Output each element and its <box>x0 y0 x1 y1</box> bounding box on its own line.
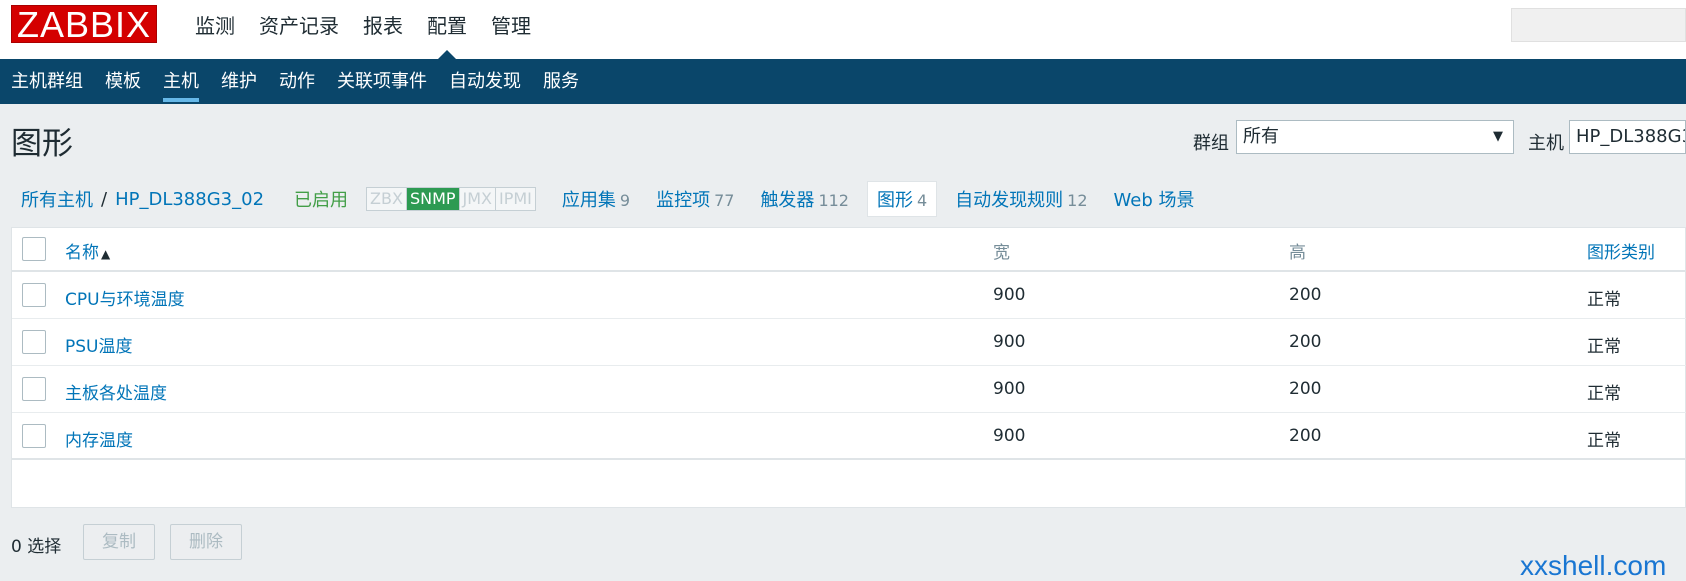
tab-web-scenarios-label: Web 场景 <box>1113 190 1195 211</box>
host-status-enabled[interactable]: 已启用 <box>294 186 348 212</box>
graph-height: 200 <box>1289 285 1322 305</box>
tab-graphs-count: 4 <box>916 191 928 210</box>
delete-button[interactable]: 删除 <box>170 524 242 560</box>
select-all-checkbox[interactable] <box>22 237 46 261</box>
graph-name-link[interactable]: 主板各处温度 <box>65 379 167 404</box>
graph-name-link[interactable]: 内存温度 <box>65 426 133 451</box>
watermark: xxshell.com <box>1520 550 1667 581</box>
row-checkbox[interactable] <box>22 330 46 354</box>
table-row: PSU温度 900 200 正常 <box>12 319 1686 366</box>
graph-width: 900 <box>993 285 1026 305</box>
tab-web-scenarios[interactable]: Web 场景 <box>1114 186 1199 212</box>
graphs-table: 名称 ▲ 宽 高 图形类别 CPU与环境温度 900 200 正常 PSU温度 9… <box>11 227 1686 508</box>
breadcrumb-host[interactable]: HP_DL388G3_02 <box>115 189 264 210</box>
top-bar: ZABBIX 监测 资产记录 报表 配置 管理 <box>0 0 1686 59</box>
graph-width: 900 <box>993 426 1026 446</box>
graph-height: 200 <box>1289 379 1322 399</box>
top-nav-reports[interactable]: 报表 <box>351 0 415 59</box>
row-checkbox[interactable] <box>22 283 46 307</box>
sub-nav: 主机群组 模板 主机 维护 动作 关联项事件 自动发现 服务 <box>0 59 1686 104</box>
graph-type: 正常 <box>1587 384 1621 404</box>
graph-width: 900 <box>993 332 1026 352</box>
host-breadcrumb: 所有主机 / HP_DL388G3_02 已启用 ZBX SNMP JMX IP… <box>11 181 1199 217</box>
sub-nav-actions[interactable]: 动作 <box>268 59 326 104</box>
zabbix-logo[interactable]: ZABBIX <box>11 5 158 44</box>
host-select-value: HP_DL388G3 <box>1576 126 1686 147</box>
host-select[interactable]: HP_DL388G3 <box>1569 120 1686 154</box>
tab-applications-label: 应用集 <box>561 190 616 211</box>
sort-asc-icon: ▲ <box>101 247 111 261</box>
graph-name-link[interactable]: CPU与环境温度 <box>65 285 185 310</box>
graph-type: 正常 <box>1587 290 1621 310</box>
tab-items[interactable]: 监控项 77 <box>656 186 734 212</box>
tab-applications-count: 9 <box>619 191 631 210</box>
table-row: 内存温度 900 200 正常 <box>12 413 1686 460</box>
graph-name-link[interactable]: PSU温度 <box>65 332 133 357</box>
breadcrumb-all-hosts[interactable]: 所有主机 <box>21 186 93 212</box>
badge-ipmi: IPMI <box>496 188 535 210</box>
column-graph-type-header[interactable]: 图形类别 <box>1587 238 1655 263</box>
table-row: CPU与环境温度 900 200 正常 <box>12 272 1686 319</box>
top-nav: 监测 资产记录 报表 配置 管理 <box>183 0 543 59</box>
sub-nav-event-correlation[interactable]: 关联项事件 <box>326 59 438 104</box>
tab-discovery-rules-count: 12 <box>1067 191 1088 210</box>
sub-nav-maintenance[interactable]: 维护 <box>210 59 268 104</box>
top-nav-administration[interactable]: 管理 <box>479 0 543 59</box>
badge-snmp: SNMP <box>406 188 460 210</box>
column-height-header: 高 <box>1289 243 1306 263</box>
tab-items-count: 77 <box>714 191 735 210</box>
tab-triggers-label: 触发器 <box>760 190 815 211</box>
badge-zbx: ZBX <box>367 188 407 210</box>
tab-discovery-rules[interactable]: 自动发现规则 12 <box>955 186 1087 212</box>
graph-height: 200 <box>1289 332 1322 352</box>
group-select-value: 所有 <box>1243 126 1279 147</box>
graph-type: 正常 <box>1587 431 1621 451</box>
graph-type: 正常 <box>1587 337 1621 357</box>
graph-height: 200 <box>1289 426 1322 446</box>
selected-count: 0 选择 <box>11 537 62 557</box>
tab-graphs-label: 图形 <box>876 190 913 211</box>
tab-applications[interactable]: 应用集 9 <box>562 186 630 212</box>
availability-badges: ZBX SNMP JMX IPMI <box>366 187 536 211</box>
tab-triggers[interactable]: 触发器 112 <box>760 186 849 212</box>
row-checkbox[interactable] <box>22 424 46 448</box>
tab-items-label: 监控项 <box>656 190 711 211</box>
column-width-header: 宽 <box>993 243 1010 263</box>
tab-triggers-count: 112 <box>818 191 849 210</box>
top-nav-inventory[interactable]: 资产记录 <box>247 0 351 59</box>
copy-button[interactable]: 复制 <box>83 524 155 560</box>
page-title: 图形 <box>11 126 73 162</box>
sub-nav-hosts[interactable]: 主机 <box>152 59 210 104</box>
breadcrumb-separator: / <box>101 188 108 210</box>
graph-width: 900 <box>993 379 1026 399</box>
group-select[interactable]: 所有 ▼ <box>1236 120 1514 154</box>
sub-nav-templates[interactable]: 模板 <box>94 59 152 104</box>
tab-discovery-rules-label: 自动发现规则 <box>955 190 1064 211</box>
group-filter-label: 群组 <box>1193 133 1229 154</box>
top-nav-configuration[interactable]: 配置 <box>415 0 479 59</box>
chevron-down-icon: ▼ <box>1493 129 1503 144</box>
sub-nav-discovery[interactable]: 自动发现 <box>438 59 532 104</box>
sub-nav-services[interactable]: 服务 <box>532 59 590 104</box>
badge-jmx: JMX <box>459 188 496 210</box>
sub-nav-host-groups[interactable]: 主机群组 <box>0 59 94 104</box>
tab-graphs[interactable]: 图形 4 <box>866 181 938 217</box>
column-name-header[interactable]: 名称 ▲ <box>65 238 110 263</box>
top-nav-monitoring[interactable]: 监测 <box>183 0 247 59</box>
search-input[interactable] <box>1511 8 1686 42</box>
column-name-label: 名称 <box>65 243 99 263</box>
row-checkbox[interactable] <box>22 377 46 401</box>
host-filter-label: 主机 <box>1528 133 1564 154</box>
table-row: 主板各处温度 900 200 正常 <box>12 366 1686 413</box>
table-header: 名称 ▲ 宽 高 图形类别 <box>12 228 1686 272</box>
